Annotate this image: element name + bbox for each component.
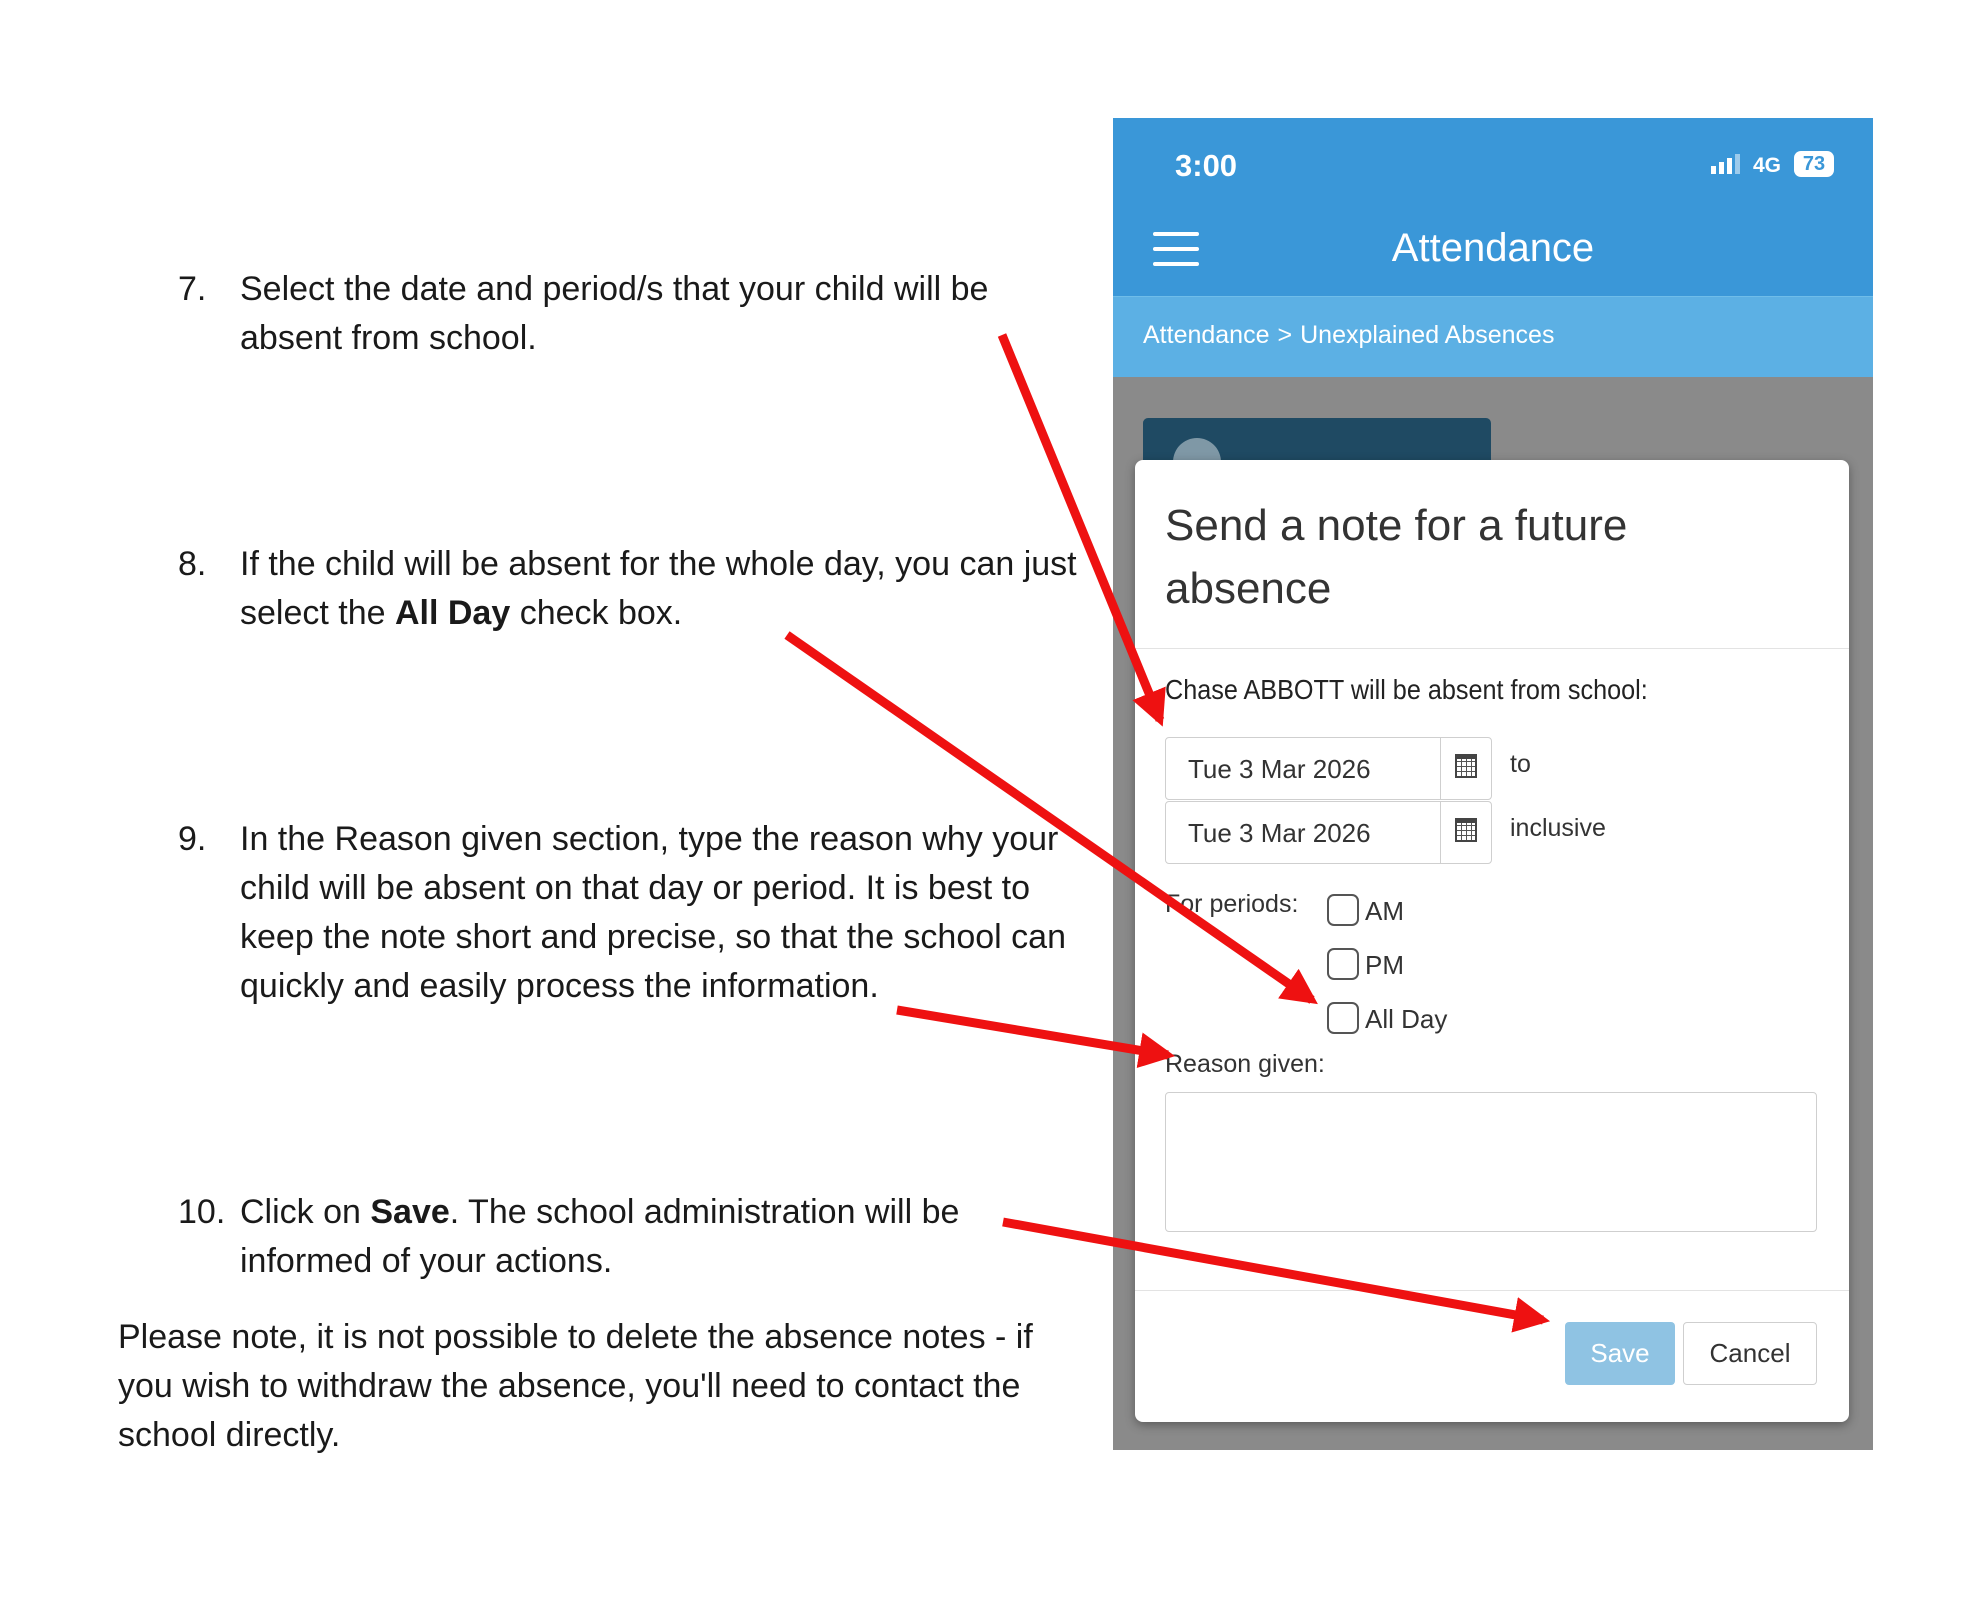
arrow-step-8 [784, 631, 1318, 1005]
arrow-step-7 [997, 333, 1166, 727]
arrow-step-10 [1002, 1217, 1551, 1333]
arrow-step-9 [896, 1005, 1176, 1069]
annotation-arrows [784, 333, 1551, 1333]
